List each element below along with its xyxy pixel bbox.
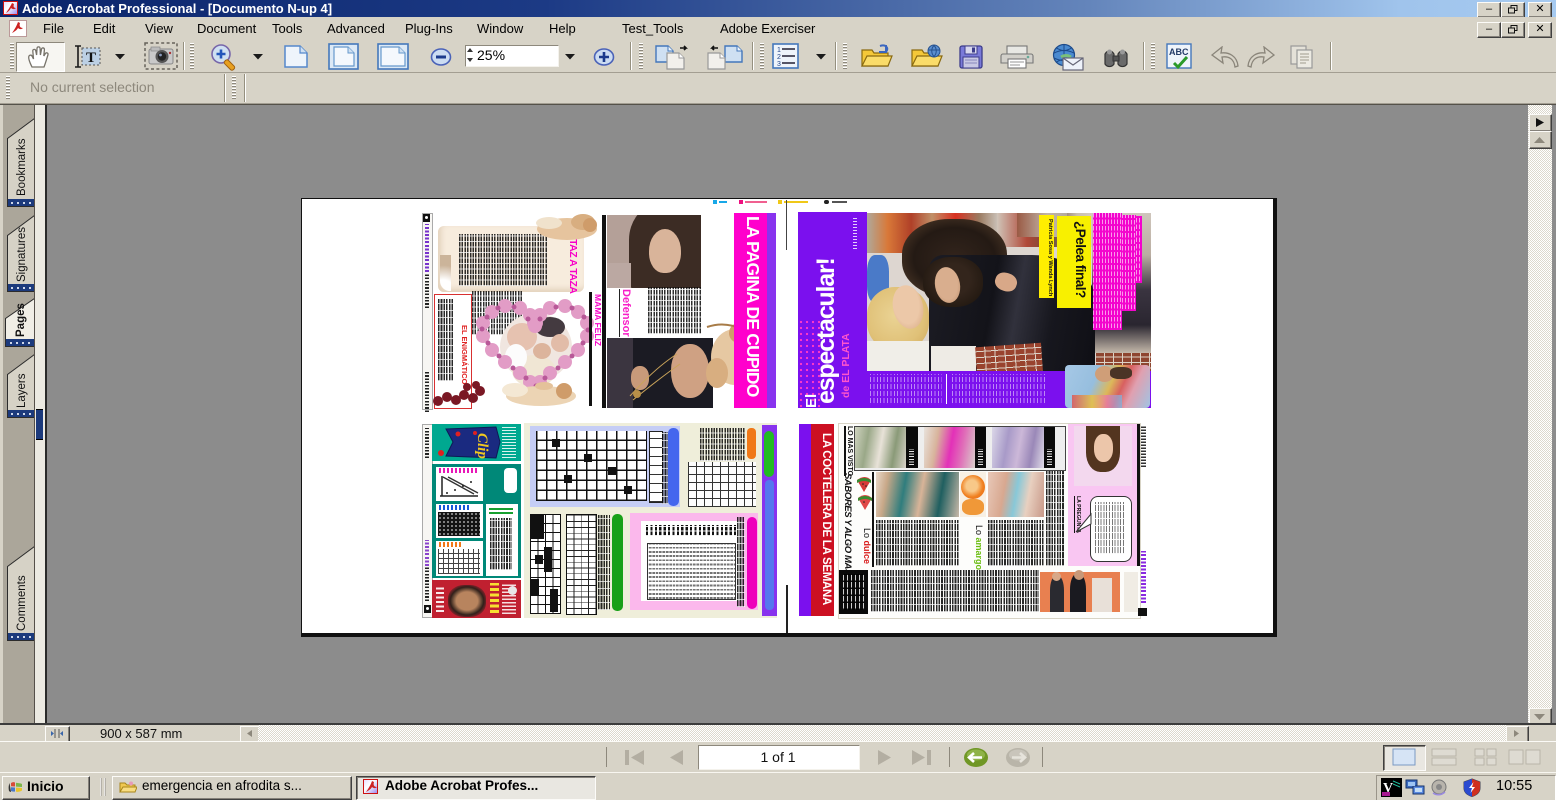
svg-text:T: T bbox=[86, 50, 96, 66]
svg-text:1: 1 bbox=[777, 47, 781, 54]
svg-text:Clip: Clip bbox=[474, 433, 490, 459]
svg-text:Layers: Layers bbox=[16, 373, 28, 408]
svg-text:Bookmarks: Bookmarks bbox=[16, 138, 28, 196]
svg-text:ABC: ABC bbox=[1169, 47, 1189, 57]
svg-text:2: 2 bbox=[777, 54, 781, 61]
svg-text:Pages: Pages bbox=[15, 303, 27, 337]
svg-text:Signatures: Signatures bbox=[16, 227, 28, 282]
svg-text:Comments: Comments bbox=[16, 575, 28, 631]
svg-text:3: 3 bbox=[777, 61, 781, 68]
